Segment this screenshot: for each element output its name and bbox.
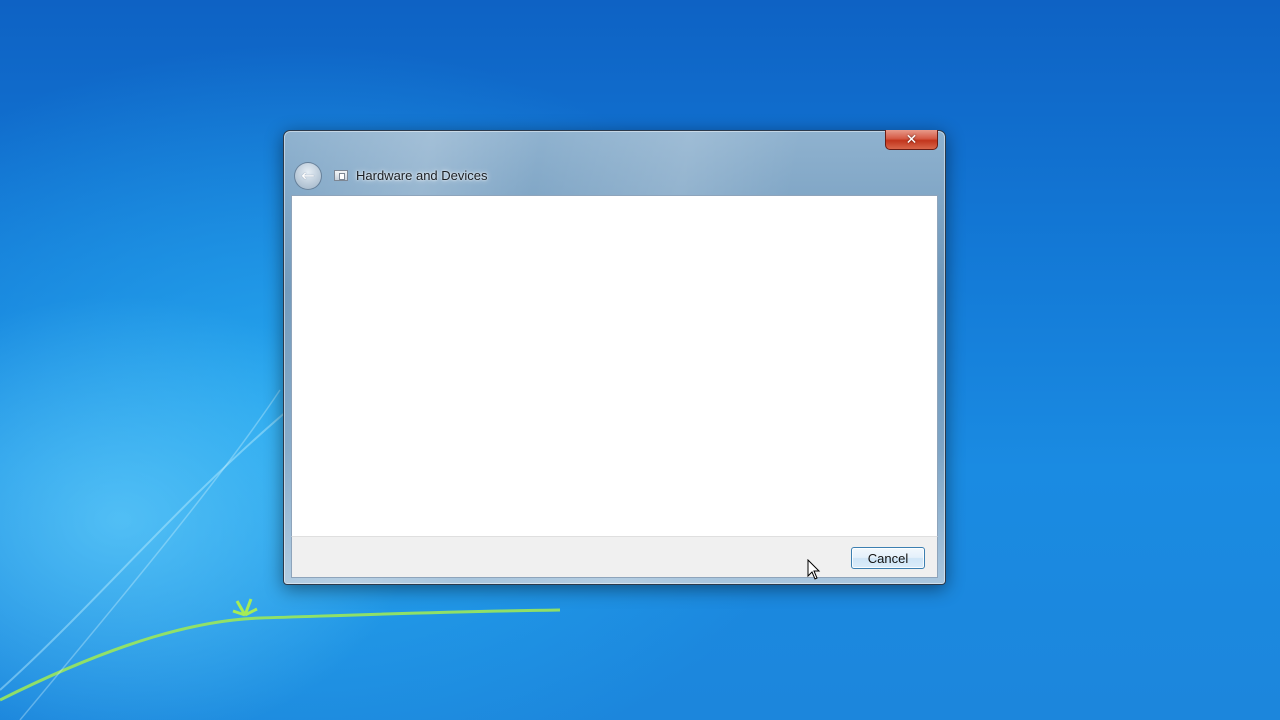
window-title: Hardware and Devices bbox=[356, 168, 488, 183]
dialog-footer: Cancel bbox=[291, 536, 938, 578]
arrow-cursor-icon bbox=[807, 559, 821, 580]
close-button[interactable]: ✕ bbox=[885, 130, 938, 150]
close-icon: ✕ bbox=[905, 131, 918, 148]
control-panel-icon bbox=[334, 170, 348, 181]
cancel-button[interactable]: Cancel bbox=[851, 547, 925, 569]
windows-flag-sprout-icon bbox=[232, 598, 258, 617]
dialog-content-area bbox=[291, 195, 938, 536]
back-button[interactable]: ← bbox=[294, 162, 322, 190]
back-arrow-icon: ← bbox=[301, 166, 315, 185]
hardware-and-devices-dialog: ✕ ← Hardware and Devices Cancel bbox=[283, 130, 946, 585]
desktop: ✕ ← Hardware and Devices Cancel bbox=[0, 0, 1280, 720]
